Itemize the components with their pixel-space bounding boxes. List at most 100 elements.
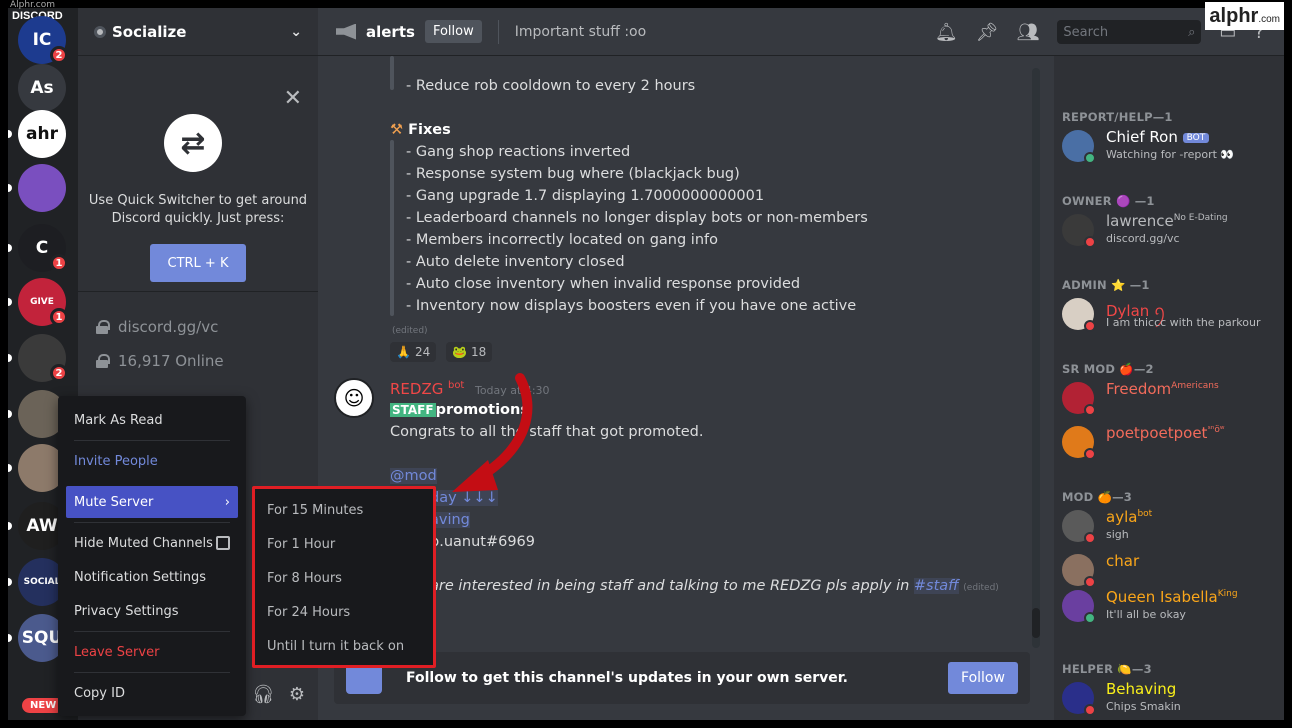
lock-icon xyxy=(96,320,110,334)
member-item[interactable]: Behaving Chips Smakin xyxy=(1062,680,1282,720)
member-name-text: Queen Isabella xyxy=(1106,588,1218,606)
menu-divider xyxy=(74,631,230,632)
member-tag: King xyxy=(1217,589,1238,599)
member-name-text: Freedom xyxy=(1106,380,1172,398)
apply-text: are interested in being staff and talkin… xyxy=(430,578,910,594)
fixes-heading: ⚒ Fixes xyxy=(390,122,451,138)
scrollbar-thumb[interactable] xyxy=(1032,608,1040,638)
search-placeholder: Search xyxy=(1063,24,1109,40)
menu-divider xyxy=(74,440,230,441)
member-item[interactable]: Queen IsabellaKing It'll all be okay xyxy=(1062,588,1282,628)
fix-item: - Gang upgrade 1.7 displaying 1.70000000… xyxy=(406,188,765,204)
mute-option[interactable]: For 1 Hour xyxy=(267,537,335,552)
bell-icon[interactable]: 🔔︎ xyxy=(935,22,958,43)
mute-option[interactable]: For 24 Hours xyxy=(267,605,350,620)
menu-item-label: Leave Server xyxy=(74,644,160,660)
mute-option[interactable]: For 8 Hours xyxy=(267,571,342,586)
brand-suffix: .com xyxy=(1258,14,1280,25)
member-status-text: Chips Smakin xyxy=(1106,700,1181,713)
follow-banner-button[interactable]: Follow xyxy=(948,662,1018,694)
reaction[interactable]: 🐸 18 xyxy=(446,342,493,362)
fix-item: - Response system bug where (blackjack b… xyxy=(406,166,740,182)
red-arrow-annotation xyxy=(452,373,533,492)
fixes-title: Fixes xyxy=(408,122,451,138)
member-category: ADMIN ⭐ —1 xyxy=(1062,278,1150,292)
member-item[interactable]: lawrenceNo E-Dating discord.gg/vc xyxy=(1062,212,1282,252)
chevron-right-icon: › xyxy=(224,494,230,510)
menu-item-privacy-settings[interactable]: Privacy Settings xyxy=(66,595,238,627)
fix-item: - Leaderboard channels no longer display… xyxy=(406,210,868,226)
channel-topic: Important stuff :oo xyxy=(514,23,647,40)
menu-item-mute-server[interactable]: Mute Server › xyxy=(66,486,238,518)
close-icon[interactable]: ✕ xyxy=(284,86,302,111)
unread-indicator xyxy=(8,464,12,472)
mute-option[interactable]: For 15 Minutes xyxy=(267,503,363,518)
channel-link[interactable]: #staff xyxy=(913,578,959,594)
member-item[interactable]: FreedomAmericans xyxy=(1062,380,1282,420)
member-item[interactable]: poetpoetpoetˢⁿöʷ xyxy=(1062,424,1282,464)
menu-item-notification-settings[interactable]: Notification Settings xyxy=(66,561,238,593)
member-item[interactable]: Dylan ꪆI am thiccc with the parkour xyxy=(1062,296,1282,336)
channel-header: alerts Follow Important stuff :oo 🔔︎ 📌︎ … xyxy=(318,8,1284,56)
status-indicator xyxy=(1084,532,1096,544)
fix-item: - Inventory now displays boosters even i… xyxy=(406,298,857,314)
follow-button[interactable]: Follow xyxy=(424,20,482,43)
channel-online-count[interactable]: 16,917 Online xyxy=(96,352,224,370)
pin-icon[interactable]: 📌︎ xyxy=(976,22,999,43)
menu-item-label: Copy ID xyxy=(74,685,125,701)
member-category: OWNER 🟣 —1 xyxy=(1062,194,1155,208)
menu-item-label: Mark As Read xyxy=(74,412,163,428)
member-tag: bot xyxy=(1137,509,1153,519)
member-item[interactable]: Chief Ron BOT Watching for -report 👀 xyxy=(1062,128,1282,168)
unread-indicator xyxy=(8,410,12,418)
menu-divider xyxy=(74,522,230,523)
member-name: poetpoetpoetˢⁿöʷ xyxy=(1106,424,1225,442)
chat-scrollbar[interactable] xyxy=(1032,68,1040,648)
mute-option[interactable]: Until I turn it back on xyxy=(267,639,404,654)
reaction[interactable]: 🙏 24 xyxy=(390,342,437,362)
member-name: aylabot xyxy=(1106,508,1152,526)
server-icon[interactable] xyxy=(18,164,66,212)
server-icon[interactable]: As xyxy=(18,64,66,112)
members-icon[interactable]: 👥︎ xyxy=(1017,22,1040,43)
server-name: Socialize xyxy=(112,22,187,41)
edited-tag: (edited) xyxy=(963,583,999,593)
search-input[interactable]: Search ⌕ xyxy=(1057,20,1202,44)
server-icon[interactable]: ahr xyxy=(18,110,66,158)
server-header[interactable]: Socialize ⌄ xyxy=(78,8,318,56)
menu-item-label: Mute Server xyxy=(74,494,154,510)
unread-indicator xyxy=(8,298,12,306)
avatar[interactable]: ☺ xyxy=(334,378,374,418)
server-initials: As xyxy=(30,78,54,98)
menu-item-copy-id[interactable]: Copy ID xyxy=(66,677,238,709)
server-initials: AW xyxy=(26,516,58,536)
checkbox[interactable] xyxy=(216,536,230,550)
channel-invite[interactable]: discord.gg/vc xyxy=(96,318,218,336)
member-item[interactable]: aylabot sigh xyxy=(1062,508,1282,548)
member-item[interactable]: char xyxy=(1062,552,1282,592)
member-status-text: It'll all be okay xyxy=(1106,608,1186,621)
member-status-text: discord.gg/vc xyxy=(1106,232,1180,245)
member-category: REPORT/HELP—1 xyxy=(1062,110,1173,124)
headphones-icon[interactable]: 🎧︎ xyxy=(252,684,275,705)
menu-item-invite-people[interactable]: Invite People xyxy=(66,445,238,477)
chevron-down-icon[interactable]: ⌄ xyxy=(290,24,302,40)
status-indicator xyxy=(1084,152,1096,164)
status-indicator xyxy=(1084,612,1096,624)
announcement-icon xyxy=(336,23,356,40)
status-indicator xyxy=(1084,404,1096,416)
menu-item-leave-server[interactable]: Leave Server xyxy=(66,636,238,668)
menu-item-hide-muted-channels[interactable]: Hide Muted Channels xyxy=(66,527,238,559)
member-name-text: Chief Ron xyxy=(1106,128,1178,146)
shortcut-button[interactable]: CTRL + K xyxy=(150,244,246,282)
member-status-text: sigh xyxy=(1106,528,1129,541)
gear-icon[interactable]: ⚙ xyxy=(289,684,305,705)
lock-icon xyxy=(96,354,110,368)
menu-item-mark-as-read[interactable]: Mark As Read xyxy=(66,404,238,436)
watermark: Alphr.com xyxy=(10,0,56,10)
member-name-text: ayla xyxy=(1106,508,1138,526)
follow-banner-text: Follow to get this channel's updates in … xyxy=(406,670,848,686)
server-initials: C xyxy=(35,238,49,258)
channel-label: 16,917 Online xyxy=(118,352,224,370)
message-line: - Reduce rob cooldown to every 2 hours xyxy=(406,78,696,94)
